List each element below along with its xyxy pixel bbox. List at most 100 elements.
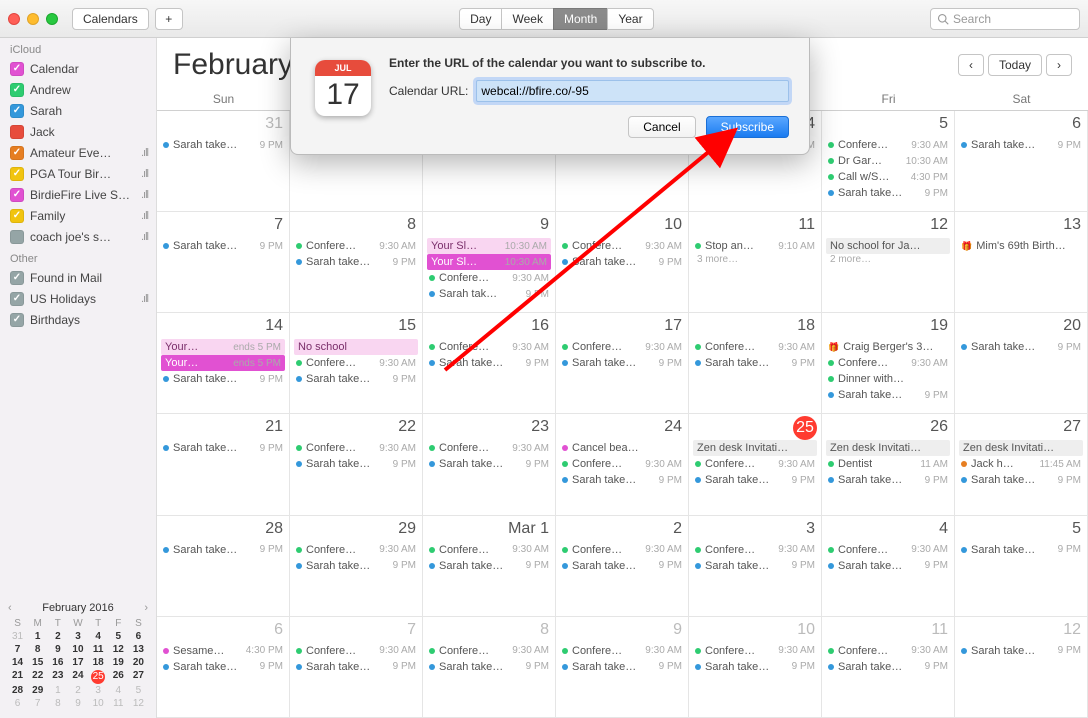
event[interactable]: Confere…9:30 AM xyxy=(427,542,551,558)
minical-day[interactable]: 1 xyxy=(28,631,47,643)
more-events[interactable]: 3 more… xyxy=(693,254,817,265)
event[interactable]: Zen desk Invitati… xyxy=(959,440,1083,456)
zoom-window[interactable] xyxy=(46,13,58,25)
event[interactable]: Sarah take…9 PM xyxy=(427,659,551,675)
event[interactable]: No school for Ja… xyxy=(826,238,950,254)
event[interactable]: Zen desk Invitati… xyxy=(826,440,950,456)
event[interactable]: Confere…9:30 AM xyxy=(427,440,551,456)
event[interactable]: Sarah take…9 PM xyxy=(161,659,285,675)
sidebar-item[interactable]: ✓Amateur Eve….ıll xyxy=(0,142,156,163)
event[interactable]: No school xyxy=(294,339,418,355)
calendar-checkbox[interactable] xyxy=(10,230,24,244)
day-cell[interactable]: 26Zen desk Invitati…Dentist11 AMSarah ta… xyxy=(822,414,955,515)
event[interactable]: Confere…9:30 AM xyxy=(826,355,950,371)
day-cell[interactable]: 4Confere…9:30 AMSarah take…9 PM xyxy=(822,516,955,617)
event[interactable]: Sarah take…9 PM xyxy=(560,254,684,270)
minical-next[interactable]: › xyxy=(144,602,148,614)
day-cell[interactable]: 3Confere…9:30 AMSarah take…9 PM xyxy=(689,516,822,617)
event[interactable]: Sarah tak…9 PM xyxy=(427,286,551,302)
minical-day[interactable]: 10 xyxy=(68,644,87,656)
event[interactable]: Sarah take…9 PM xyxy=(560,558,684,574)
minical-day[interactable]: 17 xyxy=(68,657,87,669)
event[interactable]: Confere…9:30 AM xyxy=(560,643,684,659)
minical-day[interactable]: 18 xyxy=(89,657,108,669)
event[interactable]: Zen desk Invitati… xyxy=(693,440,817,456)
minical-prev[interactable]: ‹ xyxy=(8,602,12,614)
day-cell[interactable]: 12Sarah take…9 PM xyxy=(955,617,1088,718)
event[interactable]: Your Sl…10:30 AM xyxy=(427,238,551,254)
day-cell[interactable]: 24Cancel bea…Confere…9:30 AMSarah take…9… xyxy=(556,414,689,515)
day-cell[interactable]: 19🎁Craig Berger's 3…Confere…9:30 AMDinne… xyxy=(822,313,955,414)
add-button[interactable]: + xyxy=(155,8,183,30)
event[interactable]: Sarah take…9 PM xyxy=(161,238,285,254)
subscribe-button[interactable]: Subscribe xyxy=(706,116,789,138)
day-cell[interactable]: 25Zen desk Invitati…Confere…9:30 AMSarah… xyxy=(689,414,822,515)
event[interactable]: Sarah take…9 PM xyxy=(161,137,285,153)
minical-day[interactable]: 15 xyxy=(28,657,47,669)
minical-day[interactable]: 2 xyxy=(48,631,67,643)
event[interactable]: Sarah take…9 PM xyxy=(560,355,684,371)
minical-day[interactable]: 8 xyxy=(28,644,47,656)
sidebar-item[interactable]: ✓PGA Tour Bir….ıll xyxy=(0,163,156,184)
calendar-checkbox[interactable]: ✓ xyxy=(10,167,24,181)
event[interactable]: Sarah take…9 PM xyxy=(161,371,285,387)
day-cell[interactable]: 11Confere…9:30 AMSarah take…9 PM xyxy=(822,617,955,718)
minical-day[interactable]: 9 xyxy=(48,644,67,656)
sidebar-item[interactable]: ✓Birthdays xyxy=(0,309,156,330)
event[interactable]: Sarah take…9 PM xyxy=(959,137,1083,153)
minical-day[interactable]: 12 xyxy=(129,698,148,710)
calendar-checkbox[interactable] xyxy=(10,125,24,139)
event[interactable]: Confere…9:30 AM xyxy=(560,339,684,355)
minical-day[interactable]: 13 xyxy=(129,644,148,656)
event[interactable]: Confere…9:30 AM xyxy=(294,440,418,456)
minical-day[interactable]: 10 xyxy=(89,698,108,710)
minical-day[interactable]: 16 xyxy=(48,657,67,669)
calendar-checkbox[interactable]: ✓ xyxy=(10,146,24,160)
day-cell[interactable]: 7Sarah take…9 PM xyxy=(157,212,290,313)
calendar-checkbox[interactable]: ✓ xyxy=(10,83,24,97)
day-cell[interactable]: 9Confere…9:30 AMSarah take…9 PM xyxy=(556,617,689,718)
day-cell[interactable]: 5Confere…9:30 AMDr Gar…10:30 AMCall w/S…… xyxy=(822,111,955,212)
day-cell[interactable]: 6Sesame…4:30 PMSarah take…9 PM xyxy=(157,617,290,718)
minical-day[interactable]: 29 xyxy=(28,685,47,697)
event[interactable]: 🎁Mim's 69th Birth… xyxy=(959,238,1083,254)
event[interactable]: Your…ends 5 PM xyxy=(161,355,285,371)
sidebar-item[interactable]: ✓BirdieFire Live S….ıll xyxy=(0,184,156,205)
today-button[interactable]: Today xyxy=(988,54,1042,76)
minical-day[interactable]: 31 xyxy=(8,631,27,643)
event[interactable]: 🎁Craig Berger's 3… xyxy=(826,339,950,355)
minical-day[interactable]: 28 xyxy=(8,685,27,697)
calendars-toggle[interactable]: Calendars xyxy=(72,8,149,30)
mini-calendar[interactable]: ‹ February 2016 › SMTWTFS311234567891011… xyxy=(0,596,156,718)
minical-day[interactable]: 21 xyxy=(8,670,27,684)
sidebar-item[interactable]: ✓US Holidays.ıll xyxy=(0,288,156,309)
event[interactable]: Sarah take…9 PM xyxy=(693,558,817,574)
minical-day[interactable]: 19 xyxy=(109,657,128,669)
event[interactable]: Sarah take…9 PM xyxy=(427,456,551,472)
day-cell[interactable]: 5Sarah take…9 PM xyxy=(955,516,1088,617)
event[interactable]: Confere…9:30 AM xyxy=(427,339,551,355)
event[interactable]: Confere…9:30 AM xyxy=(693,542,817,558)
event[interactable]: Sarah take…9 PM xyxy=(959,472,1083,488)
day-cell[interactable]: 13🎁Mim's 69th Birth… xyxy=(955,212,1088,313)
event[interactable]: Your Sl…10:30 AM xyxy=(427,254,551,270)
event[interactable]: Sarah take…9 PM xyxy=(427,355,551,371)
event[interactable]: Sarah take…9 PM xyxy=(826,387,950,403)
event[interactable]: Confere…9:30 AM xyxy=(294,643,418,659)
day-cell[interactable]: 9Your Sl…10:30 AMYour Sl…10:30 AMConfere… xyxy=(423,212,556,313)
event[interactable]: Confere…9:30 AM xyxy=(294,238,418,254)
day-cell[interactable]: 21Sarah take…9 PM xyxy=(157,414,290,515)
event[interactable]: Sarah take…9 PM xyxy=(161,542,285,558)
event[interactable]: Confere…9:30 AM xyxy=(560,238,684,254)
day-cell[interactable]: 16Confere…9:30 AMSarah take…9 PM xyxy=(423,313,556,414)
day-cell[interactable]: 28Sarah take…9 PM xyxy=(157,516,290,617)
event[interactable]: Sarah take…9 PM xyxy=(161,440,285,456)
day-cell[interactable]: 10Confere…9:30 AMSarah take…9 PM xyxy=(556,212,689,313)
day-cell[interactable]: 27Zen desk Invitati…Jack h…11:45 AMSarah… xyxy=(955,414,1088,515)
calendar-checkbox[interactable]: ✓ xyxy=(10,104,24,118)
cancel-button[interactable]: Cancel xyxy=(628,116,695,138)
sidebar-item[interactable]: ✓Andrew xyxy=(0,79,156,100)
event[interactable]: Confere…9:30 AM xyxy=(427,270,551,286)
day-cell[interactable]: 20Sarah take…9 PM xyxy=(955,313,1088,414)
event[interactable]: Sarah take…9 PM xyxy=(693,472,817,488)
